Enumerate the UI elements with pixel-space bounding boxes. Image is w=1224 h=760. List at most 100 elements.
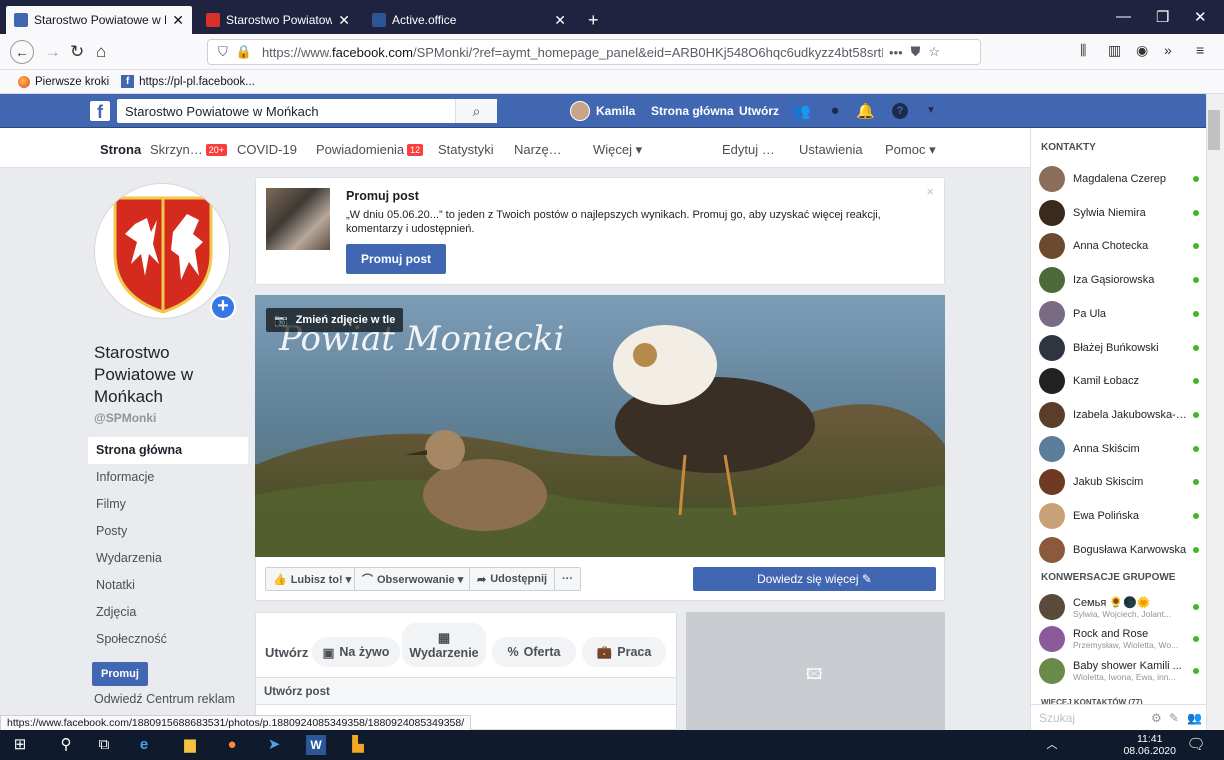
menu-icon[interactable]: ≡ [1196,42,1204,58]
live-button[interactable]: ▣ Na żywo [312,637,400,667]
system-clock[interactable]: 11:41 08.06.2020 [1123,733,1176,757]
browser-tab-2[interactable]: Starostwo Powiatowe w Mońkach ✕ [198,6,358,34]
system-tray-icons[interactable]: ︿ ☁ ▭ 🔊 [1042,735,1062,760]
nav-videos[interactable]: Filmy [88,491,248,518]
browser-tab-3[interactable]: Active.office ✕ [364,6,574,34]
learn-more-button[interactable]: Dowiedz się więcej ✎ [693,567,936,591]
page-actions-icon[interactable]: ••• [889,45,903,60]
tab-more[interactable]: Więcej ▾ [593,142,642,158]
tab-covid[interactable]: COVID-19 [237,142,297,157]
bookmark-item[interactable]: Pierwsze kroki [35,76,109,88]
tab-tools[interactable]: Narzę… [514,142,562,157]
contact-item[interactable]: Pa Ula [1039,299,1199,329]
new-tab-button[interactable]: + [580,6,600,34]
close-tab-icon[interactable]: ✕ [554,12,566,29]
create-post-header[interactable]: Utwórz post [256,677,676,705]
share-button[interactable]: ➦ Udostępnij [469,567,556,591]
bookmark-star-icon[interactable]: ☆ [928,44,940,60]
change-cover-button[interactable]: 📷 Zmień zdjęcie w tle [266,308,404,332]
notifications-icon[interactable]: 🗨 [1186,735,1206,755]
nav-about[interactable]: Informacje [88,464,248,491]
add-photo-icon[interactable]: + [210,294,236,320]
tab-settings[interactable]: Ustawienia [799,142,863,157]
profile-picture[interactable] [94,183,230,319]
promote-button[interactable]: Promuj [92,662,148,686]
forward-arrow-icon[interactable]: → [44,42,61,62]
overflow-icon[interactable]: » [1164,42,1172,58]
post-thumbnail[interactable] [266,188,330,250]
edge-icon[interactable]: e [134,735,154,755]
notifications-bell-icon[interactable]: 🔔 [856,102,875,120]
address-bar[interactable]: ⛉ 🔒 https://www. facebook.com/SPMonki/?re… [207,39,981,65]
nav-home[interactable]: Strona główna [88,437,248,464]
search-icon[interactable]: ⌕ [455,99,497,123]
chat-search-input[interactable]: Szukaj ⚙ ✎ 👥 [1031,704,1207,730]
close-tab-icon[interactable]: ✕ [172,12,184,29]
contact-item[interactable]: Magdalena Czerep [1039,164,1199,194]
restore-icon[interactable]: ❐ [1156,8,1169,26]
tab-help[interactable]: Pomoc ▾ [885,142,936,158]
reload-icon[interactable]: ↻ [70,42,84,62]
nav-community[interactable]: Społeczność [88,626,248,653]
scrollbar-thumb[interactable] [1208,110,1220,150]
promote-post-button[interactable]: Promuj post [346,244,446,274]
help-icon[interactable]: ? [892,103,908,119]
nav-photos[interactable]: Zdjęcia [88,599,248,626]
bookmark-item[interactable]: https://pl-pl.facebook... [139,76,255,88]
page-scrollbar[interactable] [1206,94,1224,730]
tab-page[interactable]: Strona [100,142,141,157]
library-icon[interactable]: ⫼ [1080,42,1086,59]
like-button[interactable]: 👍 Lubisz to! ▾ [265,567,360,591]
ad-center-link[interactable]: Odwiedź Centrum reklam [94,692,235,706]
sidebar-icon[interactable]: ▥ [1108,42,1121,59]
tab-edit[interactable]: Edytuj … [722,142,775,157]
shield-icon[interactable]: ⛉ [218,44,228,60]
close-icon[interactable]: × [926,184,934,199]
follow-button[interactable]: ⌒ Obserwowanie ▾ [354,567,472,591]
browser-tab-1[interactable]: Starostwo Powiatowe w Mońkach ✕ [6,6,192,34]
home-icon[interactable]: ⌂ [96,42,106,62]
group-conversation-item[interactable]: Семья 🌻🌑🌞 Sylwia, Wojciech, Jolant... [1039,592,1199,622]
contact-item[interactable]: Sylwia Niemira [1039,198,1199,228]
page-handle[interactable]: @SPMonki [94,411,156,425]
more-actions-button[interactable]: ··· [554,567,581,591]
file-explorer-icon[interactable]: ▆ [180,735,200,755]
tab-notifications[interactable]: Powiadomienia 12 [316,142,424,157]
gear-icon[interactable]: ⚙ [1151,705,1162,731]
cover-photo[interactable]: Powiat Moniecki [255,295,945,557]
nav-notes[interactable]: Notatki [88,572,248,599]
profile-link[interactable]: Kamila [596,104,635,118]
contact-item[interactable]: Ewa Polińska [1039,501,1199,531]
contact-item[interactable]: Anna Skiścim [1039,434,1199,464]
facebook-logo-icon[interactable]: f [90,101,110,122]
close-tab-icon[interactable]: ✕ [338,12,350,29]
offer-button[interactable]: % Oferta [492,637,576,667]
job-button[interactable]: 💼 Praca [582,637,666,667]
group-conversation-item[interactable]: Rock and Rose Przemysław, Wioletta, Wo... [1039,624,1199,654]
compose-icon[interactable]: ✎ [1169,705,1179,731]
friend-requests-icon[interactable]: 👥 [792,102,811,120]
account-menu-icon[interactable]: ▼ [922,105,940,123]
nav-events[interactable]: Wydarzenia [88,545,248,572]
event-button[interactable]: ▦ Wydarzenie [402,623,486,667]
close-window-icon[interactable]: ✕ [1194,8,1207,26]
contact-item[interactable]: Bogusława Karwowska [1039,535,1199,565]
search-icon[interactable]: ⚲ [56,735,76,755]
contact-item[interactable]: Kamil Łobacz [1039,366,1199,396]
nav-posts[interactable]: Posty [88,518,248,545]
contact-item[interactable]: Anna Chotecka [1039,231,1199,261]
tab-stats[interactable]: Statystyki [438,142,494,157]
task-view-icon[interactable]: ⧉ [94,735,114,755]
contact-item[interactable]: Jakub Skiscim [1039,467,1199,497]
add-photo-image-icon[interactable]: 🖾 [806,664,824,683]
user-avatar[interactable] [570,101,590,121]
app-icon[interactable]: ➤ [264,735,284,755]
tab-inbox[interactable]: Skrzyn… 20+ [150,142,228,157]
facebook-search-input[interactable]: Starostwo Powiatowe w Mońkach ⌕ [117,99,497,123]
group-conversation-item[interactable]: Baby shower Kamili ... Wioletta, Iwona, E… [1039,656,1199,686]
account-icon[interactable]: ◉ [1136,42,1148,59]
word-icon[interactable]: W [306,735,326,755]
back-arrow-icon[interactable]: ← [10,40,34,64]
new-group-icon[interactable]: 👥 [1187,705,1202,731]
home-link[interactable]: Strona główna [651,104,734,118]
